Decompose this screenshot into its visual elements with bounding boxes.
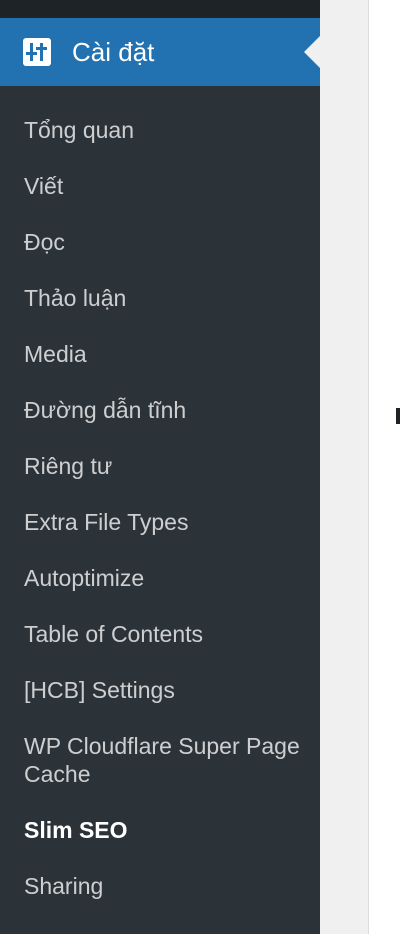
wp-admin-screen: Cài đặt Tổng quan Viết Đọc Thảo luận Med…	[0, 0, 400, 934]
submenu-item-extra-file-types[interactable]: Extra File Types	[0, 494, 320, 550]
submenu-item-rieng-tu[interactable]: Riêng tư	[0, 438, 320, 494]
main-content-area	[320, 0, 400, 934]
admin-sidebar: Cài đặt Tổng quan Viết Đọc Thảo luận Med…	[0, 0, 320, 934]
settings-submenu: Tổng quan Viết Đọc Thảo luận Media Đường…	[0, 102, 320, 914]
submenu-item-sharing[interactable]: Sharing	[0, 858, 320, 914]
submenu-item-doc[interactable]: Đọc	[0, 214, 320, 270]
submenu-item-tong-quan[interactable]: Tổng quan	[0, 102, 320, 158]
submenu-item-wp-cloudflare-super-page-cache[interactable]: WP Cloudflare Super Page Cache	[0, 718, 320, 802]
current-menu-pointer	[304, 36, 320, 68]
submenu-item-autoptimize[interactable]: Autoptimize	[0, 550, 320, 606]
submenu-item-duong-dan-tinh[interactable]: Đường dẫn tĩnh	[0, 382, 320, 438]
submenu-item-slim-seo[interactable]: Slim SEO	[0, 802, 320, 858]
settings-menu-header[interactable]: Cài đặt	[0, 18, 320, 86]
submenu-item-viet[interactable]: Viết	[0, 158, 320, 214]
content-text-fragment	[396, 408, 400, 424]
submenu-item-media[interactable]: Media	[0, 326, 320, 382]
submenu-item-table-of-contents[interactable]: Table of Contents	[0, 606, 320, 662]
sidebar-top-strip	[0, 0, 320, 18]
submenu-item-hcb-settings[interactable]: [HCB] Settings	[0, 662, 320, 718]
settings-menu-title: Cài đặt	[72, 37, 155, 67]
content-panel	[368, 0, 400, 934]
settings-sliders-icon	[22, 37, 52, 67]
submenu-item-thao-luan[interactable]: Thảo luận	[0, 270, 320, 326]
